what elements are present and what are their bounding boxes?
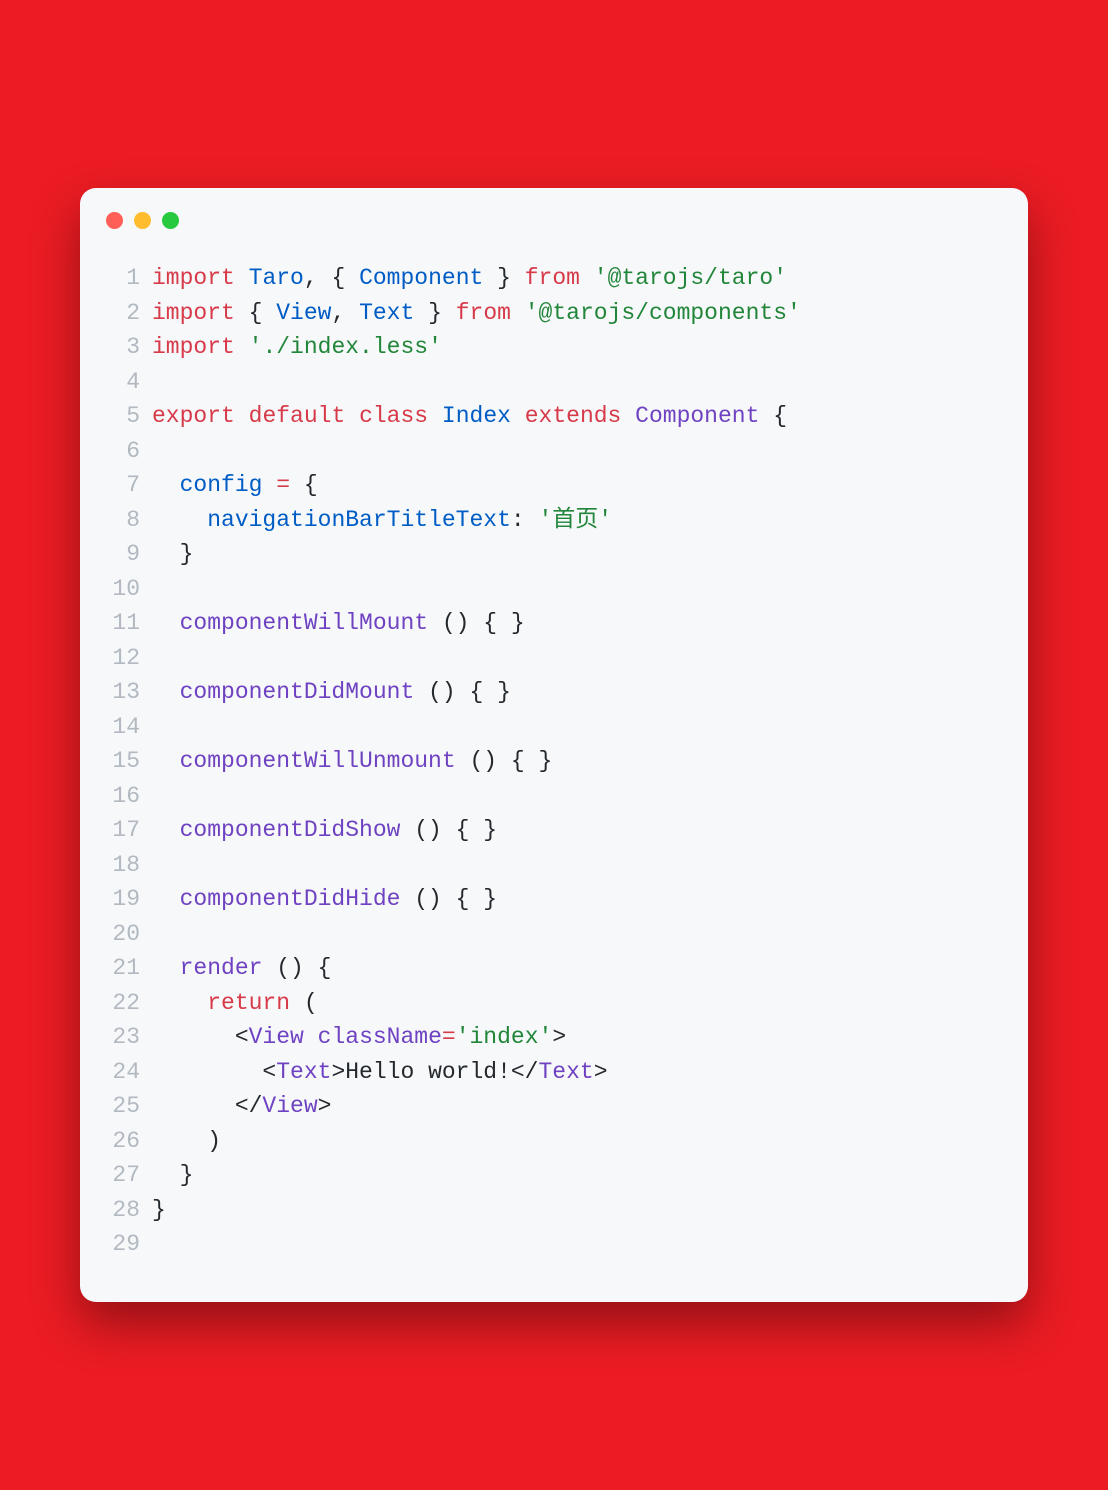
line-number: 1 [98,261,140,296]
line-number: 29 [98,1227,140,1262]
line-content: componentDidHide () { } [152,882,497,917]
zoom-icon[interactable] [162,212,179,229]
code-line[interactable]: 9 } [98,537,996,572]
code-line[interactable]: 17 componentDidShow () { } [98,813,996,848]
line-content: componentDidMount () { } [152,675,511,710]
line-number: 10 [98,572,140,607]
line-content: componentWillMount () { } [152,606,525,641]
line-number: 24 [98,1055,140,1090]
line-content: import Taro, { Component } from '@tarojs… [152,261,787,296]
code-line[interactable]: 10 [98,572,996,607]
line-content: import './index.less' [152,330,442,365]
line-number: 8 [98,503,140,538]
line-content: config = { [152,468,318,503]
code-line[interactable]: 27 } [98,1158,996,1193]
code-line[interactable]: 5 export default class Index extends Comp… [98,399,996,434]
line-number: 16 [98,779,140,814]
code-line[interactable]: 21 render () { [98,951,996,986]
line-content: componentWillUnmount () { } [152,744,552,779]
line-number: 15 [98,744,140,779]
line-number: 22 [98,986,140,1021]
line-content: } [152,1193,166,1228]
line-number: 6 [98,434,140,469]
code-line[interactable]: 3 import './index.less' [98,330,996,365]
line-number: 23 [98,1020,140,1055]
line-content: import { View, Text } from '@tarojs/comp… [152,296,801,331]
code-line[interactable]: 13 componentDidMount () { } [98,675,996,710]
code-window: 1 import Taro, { Component } from '@taroj… [80,188,1028,1302]
line-number: 25 [98,1089,140,1124]
code-line[interactable]: 26 ) [98,1124,996,1159]
code-line[interactable]: 11 componentWillMount () { } [98,606,996,641]
line-content: render () { [152,951,331,986]
code-line[interactable]: 22 return ( [98,986,996,1021]
line-number: 3 [98,330,140,365]
line-number: 7 [98,468,140,503]
line-number: 26 [98,1124,140,1159]
line-content: componentDidShow () { } [152,813,497,848]
line-number: 4 [98,365,140,400]
code-line[interactable]: 29 [98,1227,996,1262]
line-content: } [152,537,193,572]
line-number: 9 [98,537,140,572]
line-content: navigationBarTitleText: '首页' [152,503,612,538]
line-number: 28 [98,1193,140,1228]
line-number: 20 [98,917,140,952]
code-line[interactable]: 1 import Taro, { Component } from '@taroj… [98,261,996,296]
code-line[interactable]: 15 componentWillUnmount () { } [98,744,996,779]
line-number: 5 [98,399,140,434]
line-content: </View> [152,1089,331,1124]
line-content: export default class Index extends Compo… [152,399,787,434]
code-line[interactable]: 28} [98,1193,996,1228]
line-number: 21 [98,951,140,986]
code-line[interactable]: 19 componentDidHide () { } [98,882,996,917]
code-line[interactable]: 7 config = { [98,468,996,503]
line-number: 19 [98,882,140,917]
line-content: } [152,1158,193,1193]
code-line[interactable]: 20 [98,917,996,952]
code-line[interactable]: 24 <Text>Hello world!</Text> [98,1055,996,1090]
line-number: 12 [98,641,140,676]
line-number: 14 [98,710,140,745]
code-line[interactable]: 25 </View> [98,1089,996,1124]
code-line[interactable]: 6 [98,434,996,469]
line-number: 17 [98,813,140,848]
line-number: 27 [98,1158,140,1193]
line-number: 18 [98,848,140,883]
close-icon[interactable] [106,212,123,229]
code-line[interactable]: 16 [98,779,996,814]
code-line[interactable]: 18 [98,848,996,883]
code-line[interactable]: 8 navigationBarTitleText: '首页' [98,503,996,538]
line-content: ) [152,1124,221,1159]
code-editor[interactable]: 1 import Taro, { Component } from '@taroj… [80,233,1028,1302]
line-number: 13 [98,675,140,710]
code-line[interactable]: 14 [98,710,996,745]
line-number: 11 [98,606,140,641]
line-content: <Text>Hello world!</Text> [152,1055,608,1090]
code-line[interactable]: 2 import { View, Text } from '@tarojs/com… [98,296,996,331]
code-line[interactable]: 4 [98,365,996,400]
line-number: 2 [98,296,140,331]
window-titlebar [80,188,1028,233]
code-line[interactable]: 12 [98,641,996,676]
minimize-icon[interactable] [134,212,151,229]
line-content: return ( [152,986,318,1021]
line-content: <View className='index'> [152,1020,566,1055]
code-line[interactable]: 23 <View className='index'> [98,1020,996,1055]
